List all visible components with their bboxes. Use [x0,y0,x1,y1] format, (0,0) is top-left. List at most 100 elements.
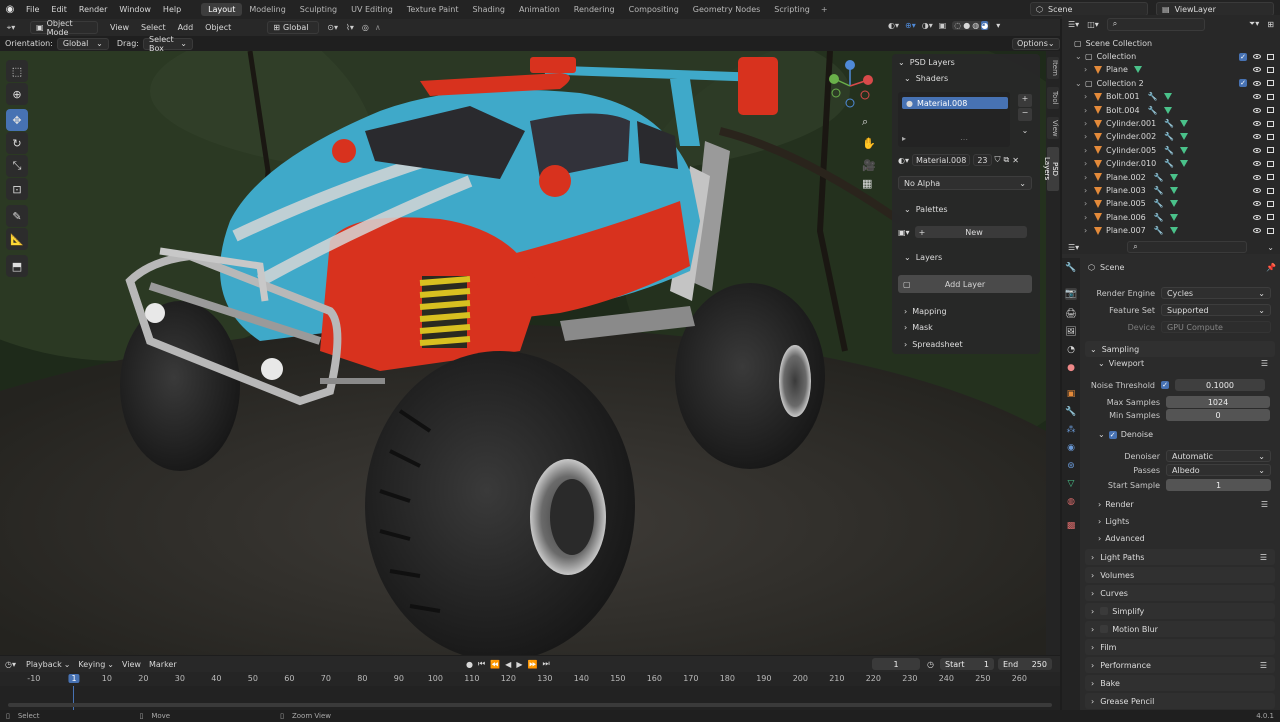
camera-render-icon[interactable] [1267,200,1274,207]
tab-rendering[interactable]: Rendering [567,3,622,16]
outliner-row[interactable]: › Bolt.004 🔧 [1062,104,1280,117]
outliner-editor-icon[interactable]: ☰▾ [1068,20,1079,29]
wireframe-shading-icon[interactable]: ◌ [954,21,961,30]
menu-edit[interactable]: Edit [45,5,73,14]
jump-end-icon[interactable]: ⏭ [542,659,549,669]
add-slot-button[interactable]: + [1018,94,1032,107]
mapping-header[interactable]: › Mapping [904,307,947,316]
outliner-row[interactable]: › Cylinder.005 🔧 [1062,144,1280,157]
outliner-search-input[interactable]: ⌕ [1106,17,1205,31]
mode-dropdown[interactable]: ▣ Object Mode [30,19,98,37]
eye-icon[interactable] [1253,107,1261,113]
camera-view-icon[interactable]: 🎥 [862,159,876,172]
frame-tick-label[interactable]: 1 [68,674,80,683]
chevron-down-icon[interactable]: ⌄ [1075,52,1082,61]
outliner-row[interactable]: › Cylinder.001 🔧 [1062,117,1280,130]
outliner-row[interactable]: › Bolt.001 🔧 [1062,90,1280,103]
viewport-menu-view[interactable]: View [104,23,135,32]
chevron-right-icon[interactable]: › [1084,213,1090,222]
eye-icon[interactable] [1253,161,1261,167]
annotate-tool-icon[interactable]: ✎ [6,205,28,227]
tab-scripting[interactable]: Scripting [767,3,817,16]
texture-tab-icon[interactable]: ▩ [1065,520,1077,532]
section-performance[interactable]: › Performance ☰ [1085,657,1275,673]
timeline-menu-playback[interactable]: Playback [26,660,62,669]
tab-uv-editing[interactable]: UV Editing [344,3,400,16]
presets-list-icon[interactable]: ☰ [1261,359,1268,368]
menu-file[interactable]: File [20,5,45,14]
outliner-row[interactable]: ⌄ ▢ Collection ✓ [1062,50,1280,63]
chevron-right-icon[interactable]: › [1084,132,1090,141]
view-layer-selector[interactable]: ▤ ViewLayer [1156,2,1274,16]
eye-icon[interactable] [1253,54,1261,59]
section-light-paths[interactable]: › Light Paths ☰ [1085,549,1275,565]
presets-list-icon[interactable]: ☰ [1260,553,1267,562]
eye-icon[interactable] [1253,228,1261,234]
eye-icon[interactable] [1253,67,1261,73]
palette-browse-icon[interactable]: ▣▾ [898,228,910,237]
select-tool-icon[interactable]: ⬚ [6,60,28,82]
advanced-subpanel-header[interactable]: › Advanced [1098,534,1145,543]
object-tab-icon[interactable]: ▣ [1065,388,1077,400]
clock-icon[interactable]: ◷ [927,660,934,669]
overlay-icon[interactable]: ◑▾ [922,21,933,30]
solid-shading-icon[interactable]: ● [963,21,970,30]
chevron-right-icon[interactable]: › [1084,65,1090,74]
chevron-right-icon[interactable]: › [1084,226,1090,235]
rendered-shading-icon[interactable]: ◕ [981,21,989,30]
visibility-icon[interactable]: ◐▾ [888,21,899,30]
jump-start-icon[interactable]: ⏮ [478,659,485,669]
camera-render-icon[interactable] [1267,227,1274,234]
editor-type-icon[interactable]: ⌖▾ [0,23,22,33]
play-reverse-icon[interactable]: ◀ [505,660,511,669]
denoise-checkbox[interactable]: ✓ [1108,430,1117,439]
modifier-tab-icon[interactable]: 🔧 [1065,406,1077,418]
passes-dropdown[interactable]: Albedo ⌄ [1166,464,1271,476]
display-mode-icon[interactable]: ◫▾ [1087,20,1099,29]
pan-hand-icon[interactable]: ✋ [862,137,876,150]
outliner-row[interactable]: › Cylinder.010 🔧 [1062,157,1280,170]
scene-selector[interactable]: ⬡ Scene [1030,2,1148,16]
menu-render[interactable]: Render [73,5,113,14]
timeline-menu-keying[interactable]: Keying [78,660,105,669]
output-tab-icon[interactable]: 🖨 [1065,308,1077,320]
falloff-icon[interactable]: ∧ [375,23,381,32]
layers-header[interactable]: ⌄ Layers [904,253,942,262]
eye-icon[interactable] [1253,121,1261,126]
section-grease-pencil[interactable]: › Grease Pencil [1085,693,1275,709]
camera-render-icon[interactable] [1267,120,1274,127]
tab-layout[interactable]: Layout [201,3,243,16]
camera-render-icon[interactable] [1267,174,1274,181]
transform-tool-icon[interactable]: ⊡ [6,178,28,200]
noise-threshold-checkbox[interactable]: ✓ [1161,381,1169,389]
blender-logo-icon[interactable]: ◉ [0,4,20,15]
list-resize-handle[interactable]: ⋯ [960,135,968,144]
tab-texture-paint[interactable]: Texture Paint [400,3,466,16]
camera-render-icon[interactable] [1267,214,1274,221]
chevron-right-icon[interactable]: › [1084,186,1090,195]
outliner-row[interactable]: › Plane [1062,63,1280,76]
section-checkbox[interactable] [1100,625,1109,633]
tool-tab-icon[interactable]: 🔧 [1065,262,1077,274]
device-dropdown[interactable]: GPU Compute [1161,321,1271,333]
spreadsheet-header[interactable]: › Spreadsheet [904,340,963,349]
particles-tab-icon[interactable]: ⁂ [1065,424,1077,436]
next-keyframe-icon[interactable]: ⏩ [527,660,537,669]
eye-icon[interactable] [1253,134,1261,140]
record-icon[interactable]: ● [466,660,473,669]
viewport-menu-select[interactable]: Select [135,23,172,32]
view-layer-tab-icon[interactable]: 🖼 [1065,326,1077,338]
frame-ruler[interactable]: -10 1 10 20 30 40 50 60 70 80 90 100 110 120 130 140 150… [0,674,1060,686]
camera-render-icon[interactable] [1267,147,1274,154]
viewport-subpanel-header[interactable]: ⌄ Viewport ☰ [1098,359,1268,368]
xray-icon[interactable]: ▣ [939,21,947,30]
eye-icon[interactable] [1253,174,1261,180]
denoiser-dropdown[interactable]: Automatic ⌄ [1166,450,1271,462]
min-samples-field[interactable]: 0 [1166,409,1270,421]
camera-render-icon[interactable] [1267,187,1274,194]
outliner-row[interactable]: › Plane.006 🔧 [1062,211,1280,224]
scale-tool-icon[interactable]: ⤡ [6,155,28,177]
chevron-right-icon[interactable]: › [1084,199,1090,208]
section-curves[interactable]: › Curves [1085,585,1275,601]
material-browse-icon[interactable]: ◐▾ [898,156,909,165]
